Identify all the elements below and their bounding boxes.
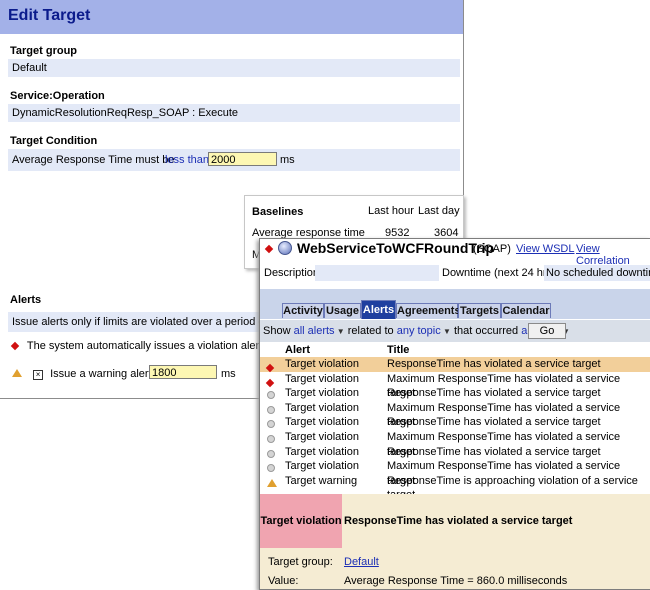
baselines-col-last-day: Last day bbox=[418, 205, 460, 217]
service-title-row: WebServiceToWCFRoundTrip (SOAP) View WSD… bbox=[260, 239, 650, 267]
alert-type: Target violation bbox=[285, 372, 359, 385]
tab-usage[interactable]: Usage bbox=[324, 303, 361, 318]
tab-targets[interactable]: Targets bbox=[458, 303, 501, 318]
alert-row[interactable]: Target violation Maximum ResponseTime has… bbox=[260, 459, 650, 487]
detail-group-link[interactable]: Default bbox=[344, 556, 379, 568]
detail-value-label: Value: bbox=[268, 575, 299, 587]
service-operation-label: Service:Operation bbox=[10, 90, 105, 102]
auto-alert-row: The system automatically issues a violat… bbox=[10, 340, 296, 352]
alert-title: ResponseTime has violated a service targ… bbox=[387, 416, 601, 429]
column-header-alert: Alert bbox=[285, 344, 311, 356]
condition-unit: ms bbox=[280, 154, 295, 166]
tab-calendar[interactable]: Calendar bbox=[501, 303, 551, 318]
alert-row[interactable]: Target violation ResponseTime has violate… bbox=[260, 386, 650, 401]
chevron-down-icon: ▼ bbox=[440, 327, 451, 336]
service-operation-value: DynamicResolutionReqResp_SOAP : Execute bbox=[12, 107, 239, 119]
service-name: WebServiceToWCFRoundTrip bbox=[297, 240, 495, 256]
downtime-label: Downtime (next 24 hrs) bbox=[442, 267, 556, 279]
auto-alert-text: The system automatically issues a violat… bbox=[26, 340, 296, 352]
warning-checkbox[interactable]: × bbox=[33, 370, 44, 380]
page-title: Edit Target bbox=[8, 7, 91, 24]
description-row: Description Downtime (next 24 hrs) No sc… bbox=[260, 265, 650, 281]
detail-badge: Target violation bbox=[260, 494, 342, 548]
target-group-value: Default bbox=[12, 62, 47, 74]
alert-row[interactable]: Target violation ResponseTime has violate… bbox=[260, 415, 650, 430]
tab-agreements[interactable]: Agreements bbox=[396, 303, 461, 318]
alert-row[interactable]: Target violation Maximum ResponseTime has… bbox=[260, 401, 650, 428]
detail-title: ResponseTime has violated a service targ… bbox=[344, 515, 573, 527]
service-protocol: (SOAP) bbox=[473, 243, 511, 255]
service-globe-icon bbox=[278, 241, 292, 255]
service-window: WebServiceToWCFRoundTrip (SOAP) View WSD… bbox=[259, 238, 650, 590]
alert-row[interactable]: Target violation Maximum ResponseTime has… bbox=[260, 430, 650, 458]
alert-type: Target violation bbox=[285, 460, 359, 473]
violation-diamond-icon bbox=[10, 341, 20, 351]
target-condition-label: Target Condition bbox=[10, 135, 98, 147]
alerts-label: Alerts bbox=[10, 294, 42, 306]
detail-value: Average Response Time = 860.0 millisecon… bbox=[344, 575, 568, 587]
service-operation-field: DynamicResolutionReqResp_SOAP : Execute bbox=[8, 104, 460, 122]
baselines-col-last-hour: Last hour bbox=[368, 205, 414, 217]
any-topic-dropdown[interactable]: any topic ▼ bbox=[397, 325, 451, 337]
target-group-field: Default bbox=[8, 59, 460, 77]
alert-type: Target violation bbox=[285, 401, 359, 414]
condition-value-input[interactable]: 2000 bbox=[208, 152, 277, 166]
view-wsdl-link[interactable]: View WSDL bbox=[516, 243, 574, 255]
column-header-title: Title bbox=[387, 344, 410, 356]
alert-type: Target violation bbox=[285, 431, 359, 443]
alert-type: Target violation bbox=[285, 416, 359, 429]
alert-row[interactable]: Target violation ResponseTime has violate… bbox=[260, 445, 650, 460]
alert-type: Target warning bbox=[285, 474, 358, 487]
view-correlation-link[interactable]: View Correlation bbox=[576, 243, 650, 267]
tab-bar: Activity Usage Alerts Agreements Targets… bbox=[260, 289, 650, 319]
warning-triangle-icon bbox=[12, 369, 22, 377]
baselines-title: Baselines bbox=[252, 206, 304, 218]
alert-title: ResponseTime has violated a service targ… bbox=[387, 445, 601, 458]
alert-row[interactable]: Target warning ResponseTime is approachin… bbox=[260, 474, 650, 501]
go-button[interactable]: Go bbox=[528, 323, 566, 339]
condition-metric: Average Response Time must be bbox=[12, 154, 175, 166]
description-field bbox=[315, 265, 439, 281]
edit-target-title-bar: Edit Target bbox=[0, 0, 463, 34]
any-topic-value: any topic bbox=[396, 325, 441, 337]
all-alerts-dropdown[interactable]: all alerts ▼ bbox=[294, 325, 345, 337]
alert-title: ResponseTime has violated a service targ… bbox=[387, 387, 601, 400]
detail-group-label: Target group: bbox=[268, 556, 333, 568]
filter-row: Show all alerts ▼ related to any topic ▼… bbox=[260, 320, 650, 342]
chevron-down-icon: ▼ bbox=[334, 327, 345, 336]
warning-alert-row: × Issue a warning alert at bbox=[12, 368, 164, 380]
downtime-value: No scheduled downtime bbox=[544, 265, 650, 281]
alert-type: Target violation bbox=[285, 358, 359, 370]
target-group-label: Target group bbox=[10, 45, 78, 57]
alert-row[interactable]: Target violation ResponseTime has violate… bbox=[260, 357, 650, 373]
warning-value-input[interactable]: 1800 bbox=[149, 365, 217, 379]
filter-occurred-label: that occurred bbox=[453, 325, 519, 337]
warning-unit: ms bbox=[221, 368, 236, 380]
filter-related-label: related to bbox=[347, 325, 394, 337]
description-label: Description bbox=[264, 267, 320, 279]
alert-type: Target violation bbox=[285, 445, 359, 458]
condition-operator-value: less than bbox=[165, 154, 210, 166]
warning-triangle-icon bbox=[267, 477, 277, 492]
alert-row[interactable]: Target violation Maximum ResponseTime has… bbox=[260, 372, 650, 399]
tab-alerts[interactable]: Alerts bbox=[361, 300, 396, 319]
alert-detail-panel: Target violation ResponseTime has violat… bbox=[260, 494, 650, 589]
status-diamond-icon bbox=[264, 244, 274, 254]
alert-period-text: Issue alerts only if limits are violated… bbox=[12, 316, 268, 328]
tab-activity[interactable]: Activity bbox=[282, 303, 324, 318]
alert-type: Target violation bbox=[285, 387, 359, 400]
warning-alert-text: Issue a warning alert at bbox=[50, 368, 164, 380]
filter-show-label: Show bbox=[263, 325, 291, 337]
alert-title: ResponseTime has violated a service targ… bbox=[387, 358, 601, 370]
all-alerts-value: all alerts bbox=[293, 325, 335, 337]
alerts-table-header: Alert Title bbox=[260, 343, 650, 357]
